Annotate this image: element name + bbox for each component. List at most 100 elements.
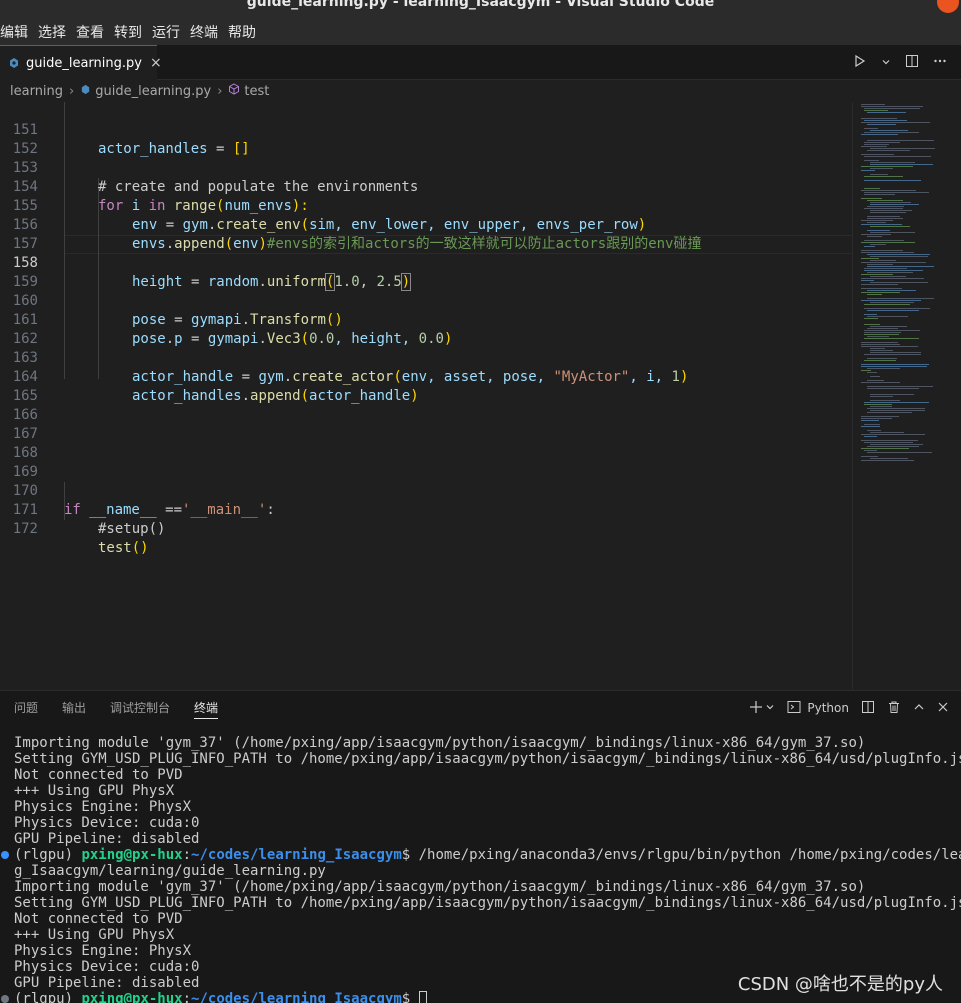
trash-icon[interactable] bbox=[887, 700, 901, 717]
minimap-line bbox=[867, 358, 897, 359]
run-icon[interactable] bbox=[853, 54, 867, 72]
terminal-line: Physics Device: cuda:0 bbox=[14, 815, 200, 831]
maximize-panel-icon[interactable] bbox=[913, 701, 925, 716]
code-line: 168 bbox=[0, 425, 852, 461]
minimap-line bbox=[867, 388, 919, 389]
minimap-line bbox=[870, 210, 912, 211]
panel-tabs: 问题 输出 调试控制台 终端 bbox=[0, 691, 242, 725]
code-editor[interactable]: 151 actor_handles = [] 152 153 # create … bbox=[0, 102, 852, 690]
minimap-line bbox=[870, 148, 935, 149]
minimap-line bbox=[870, 410, 925, 411]
chevron-down-icon[interactable] bbox=[765, 701, 775, 715]
minimap-line bbox=[870, 302, 914, 303]
minimap-line bbox=[870, 168, 893, 169]
minimap-line bbox=[861, 280, 874, 281]
menu-terminal[interactable]: 终端 bbox=[186, 22, 228, 42]
code-line: 170 if __name__ =='__main__': bbox=[0, 463, 852, 518]
minimap-line bbox=[870, 444, 923, 445]
code-line: 161 pose.p = gymapi.Vec3(0.0, height, 0.… bbox=[0, 292, 852, 347]
editor-tab-guide-learning[interactable]: guide_learning.py × bbox=[0, 45, 162, 80]
minimap-line bbox=[867, 216, 900, 217]
minimap-line bbox=[861, 242, 915, 243]
minimap-line bbox=[867, 150, 910, 151]
chevron-right-icon: › bbox=[69, 83, 75, 99]
split-editor-icon[interactable] bbox=[905, 54, 919, 72]
minimap-line bbox=[861, 198, 882, 199]
minimap-line bbox=[861, 278, 924, 279]
minimap-line bbox=[861, 224, 902, 225]
terminal-shell-label[interactable]: Python bbox=[807, 701, 849, 715]
code-line: 154 for i in range(num_envs): bbox=[0, 159, 852, 214]
minimap-line bbox=[864, 334, 899, 335]
breadcrumb-folder[interactable]: learning bbox=[10, 84, 63, 99]
minimap-line bbox=[870, 174, 888, 175]
minimap-line bbox=[864, 120, 907, 121]
tab-debug-console[interactable]: 调试控制台 bbox=[110, 691, 170, 725]
code-line: 162 bbox=[0, 311, 852, 347]
code-line: 171 #setup() bbox=[0, 482, 852, 537]
minimap-line bbox=[864, 442, 913, 443]
minimap-line bbox=[870, 276, 906, 277]
minimap-line bbox=[861, 252, 914, 253]
minimap-line bbox=[861, 122, 930, 123]
minimap[interactable] bbox=[852, 102, 961, 690]
minimap-line bbox=[870, 212, 906, 213]
minimap-line bbox=[864, 268, 907, 269]
breadcrumb-symbol[interactable]: test bbox=[244, 84, 269, 99]
minimap-line bbox=[870, 232, 915, 233]
minimap-line bbox=[864, 360, 896, 361]
minimap-line bbox=[861, 420, 879, 421]
menu-view[interactable]: 查看 bbox=[72, 22, 114, 42]
tab-terminal[interactable]: 终端 bbox=[194, 691, 219, 725]
chevron-right-icon: › bbox=[217, 83, 223, 99]
terminal-shell-icon bbox=[787, 700, 801, 717]
minimap-line bbox=[861, 364, 929, 365]
more-actions-icon[interactable] bbox=[933, 54, 947, 72]
code-line: 157 bbox=[0, 216, 852, 252]
terminal-line: Setting GYM_USD_PLUG_INFO_PATH to /home/… bbox=[14, 751, 961, 767]
tab-problems[interactable]: 问题 bbox=[14, 691, 38, 725]
minimap-line bbox=[864, 142, 900, 143]
minimap-line bbox=[864, 108, 920, 109]
minimap-line bbox=[864, 144, 889, 145]
minimap-line bbox=[864, 194, 895, 195]
minimap-line bbox=[870, 202, 911, 203]
close-window-icon[interactable] bbox=[937, 0, 959, 13]
menu-edit[interactable]: 编辑 bbox=[0, 22, 38, 42]
tab-output[interactable]: 输出 bbox=[62, 691, 86, 725]
minimap-line bbox=[867, 254, 930, 255]
minimap-line bbox=[867, 264, 893, 265]
code-line: 165 bbox=[0, 368, 852, 404]
minimap-line bbox=[864, 318, 878, 319]
terminal-cursor bbox=[418, 991, 427, 1003]
minimap-line bbox=[867, 328, 898, 329]
minimap-line bbox=[864, 176, 903, 177]
close-panel-icon[interactable] bbox=[937, 701, 949, 716]
minimap-line bbox=[864, 424, 880, 425]
breadcrumb-file[interactable]: guide_learning.py bbox=[95, 84, 211, 99]
menu-run[interactable]: 运行 bbox=[148, 22, 190, 42]
menu-selection[interactable]: 选择 bbox=[34, 22, 76, 42]
terminal-output[interactable]: Importing module 'gym_37' (/home/pxing/a… bbox=[0, 735, 961, 1003]
command-status-dot[interactable] bbox=[1, 851, 9, 859]
minimap-line bbox=[861, 292, 900, 293]
minimap-line bbox=[870, 348, 885, 349]
menu-help[interactable]: 帮助 bbox=[224, 22, 266, 42]
terminal-line: Not connected to PVD bbox=[14, 911, 183, 927]
minimap-line bbox=[861, 344, 900, 345]
close-tab-icon[interactable]: × bbox=[150, 55, 162, 71]
minimap-line bbox=[861, 370, 871, 371]
minimap-line bbox=[864, 450, 877, 451]
new-terminal-icon[interactable] bbox=[749, 700, 763, 717]
minimap-line bbox=[864, 402, 929, 403]
split-terminal-icon[interactable] bbox=[861, 700, 875, 717]
minimap-line bbox=[861, 288, 902, 289]
chevron-down-icon[interactable] bbox=[881, 55, 891, 71]
code-line: 156 envs.append(env)#envs的索引和actors的一致这样… bbox=[0, 197, 852, 252]
minimap-line bbox=[861, 448, 909, 449]
command-status-dot[interactable] bbox=[1, 995, 9, 1003]
minimap-line bbox=[867, 336, 889, 337]
minimap-line bbox=[861, 220, 893, 221]
menu-go[interactable]: 转到 bbox=[110, 22, 152, 42]
minimap-line bbox=[861, 440, 918, 441]
